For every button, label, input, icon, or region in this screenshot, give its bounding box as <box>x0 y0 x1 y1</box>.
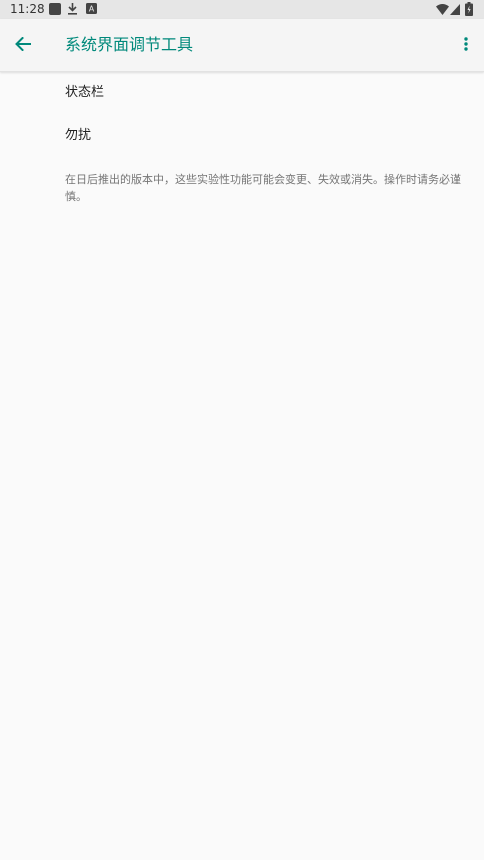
experimental-warning-text: 在日后推出的版本中，这些实验性功能可能会变更、失效或消失。操作时请务必谨慎。 <box>65 173 461 203</box>
back-button[interactable] <box>8 29 38 59</box>
status-time: 11:28 <box>10 2 45 16</box>
download-icon <box>68 3 77 15</box>
battery-icon <box>465 2 473 16</box>
pref-item-label: 勿扰 <box>65 128 92 143</box>
arrow-left-icon <box>15 37 31 51</box>
app-bar: 系统界面调节工具 <box>0 19 484 72</box>
signal-icon <box>450 4 460 15</box>
svg-text:A: A <box>89 5 95 14</box>
more-vert-icon <box>464 37 468 51</box>
status-bar: 11:28 A <box>0 0 484 19</box>
pref-item-label: 状态栏 <box>65 85 105 100</box>
screen: 11:28 A 系统界面调节工具 状态栏 勿扰 在日后推出的版本中，这些实验性功… <box>0 0 484 860</box>
pref-item-do-not-disturb[interactable]: 勿扰 <box>0 115 484 157</box>
more-options-button[interactable] <box>454 30 478 58</box>
page-title: 系统界面调节工具 <box>65 35 194 54</box>
wifi-icon <box>436 4 449 15</box>
app-notification-icon <box>49 3 61 15</box>
a-badge-icon: A <box>86 3 97 14</box>
pref-item-status-bar[interactable]: 状态栏 <box>0 72 484 114</box>
